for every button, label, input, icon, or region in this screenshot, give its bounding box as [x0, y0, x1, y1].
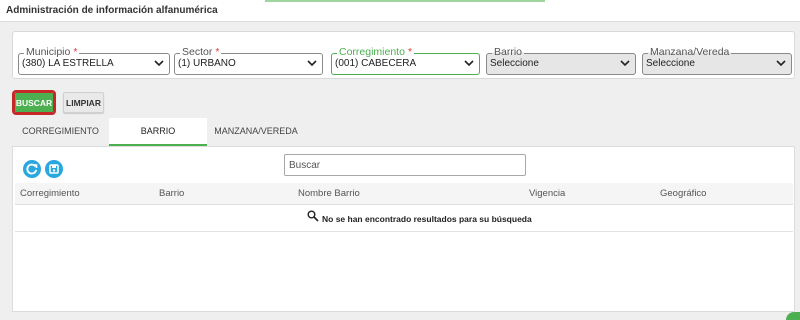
refresh-button[interactable]	[23, 160, 41, 178]
municipio-select[interactable]: Municipio * (380) LA ESTRELLA	[18, 46, 170, 75]
barrio-select[interactable]: Barrio Seleccione	[486, 46, 636, 75]
chevron-down-icon	[307, 60, 317, 67]
chevron-down-icon	[154, 60, 164, 67]
sector-label: Sector *	[180, 46, 222, 58]
tab-manzana-vereda[interactable]: MANZANA/VEREDA	[207, 118, 305, 146]
search-icon	[307, 210, 319, 222]
column-header-nombre-barrio[interactable]: Nombre Barrio	[298, 188, 360, 199]
chevron-down-icon	[464, 60, 474, 67]
page-title: Administración de información alfanuméri…	[6, 5, 218, 16]
column-header-corregimiento[interactable]: Corregimiento	[20, 188, 80, 199]
barrio-label: Barrio	[492, 46, 525, 58]
corregimiento-value: (001) CABECERA	[335, 58, 417, 69]
manzana-vereda-value: Seleccione	[646, 58, 695, 69]
column-header-barrio[interactable]: Barrio	[159, 188, 184, 199]
municipio-label: Municipio *	[24, 46, 80, 58]
chevron-down-icon	[776, 60, 786, 67]
corregimiento-select[interactable]: Corregimiento * (001) CABECERA	[331, 46, 480, 75]
chevron-down-icon	[620, 60, 630, 67]
limpiar-button[interactable]: LIMPIAR	[63, 92, 104, 113]
column-header-geografico[interactable]: Geográfico	[660, 188, 706, 199]
column-header-vigencia[interactable]: Vigencia	[529, 188, 565, 199]
top-accent-line	[265, 0, 545, 2]
municipio-value: (380) LA ESTRELLA	[22, 58, 114, 69]
corner-accent	[786, 312, 800, 320]
sector-select[interactable]: Sector * (1) URBANO	[174, 46, 323, 75]
search-placeholder: Buscar	[289, 160, 321, 171]
top-bar: Administración de información alfanuméri…	[0, 0, 800, 22]
search-input[interactable]: Buscar	[284, 154, 526, 176]
empty-results-message: No se han encontrado resultados para su …	[322, 214, 532, 224]
results-panel: Buscar Corregimiento Barrio Nombre Barri…	[12, 146, 795, 312]
tab-corregimiento[interactable]: CORREGIMIENTO	[12, 118, 109, 146]
save-button[interactable]	[45, 160, 63, 178]
tab-barrio[interactable]: BARRIO	[109, 118, 207, 146]
sector-value: (1) URBANO	[178, 58, 236, 69]
manzana-vereda-select[interactable]: Manzana/Vereda Seleccione	[642, 46, 792, 75]
table-header: Corregimiento Barrio Nombre Barrio Vigen…	[15, 183, 793, 205]
save-icon	[49, 164, 59, 174]
buscar-button[interactable]: BUSCAR	[12, 90, 56, 115]
barrio-value: Seleccione	[490, 58, 539, 69]
refresh-icon	[26, 163, 38, 175]
filter-panel: Municipio * (380) LA ESTRELLA Sector * (1)…	[12, 31, 795, 79]
empty-results-row: No se han encontrado resultados para su …	[15, 206, 793, 232]
corregimiento-label: Corregimiento *	[337, 46, 415, 58]
manzana-vereda-label: Manzana/Vereda	[648, 46, 732, 58]
